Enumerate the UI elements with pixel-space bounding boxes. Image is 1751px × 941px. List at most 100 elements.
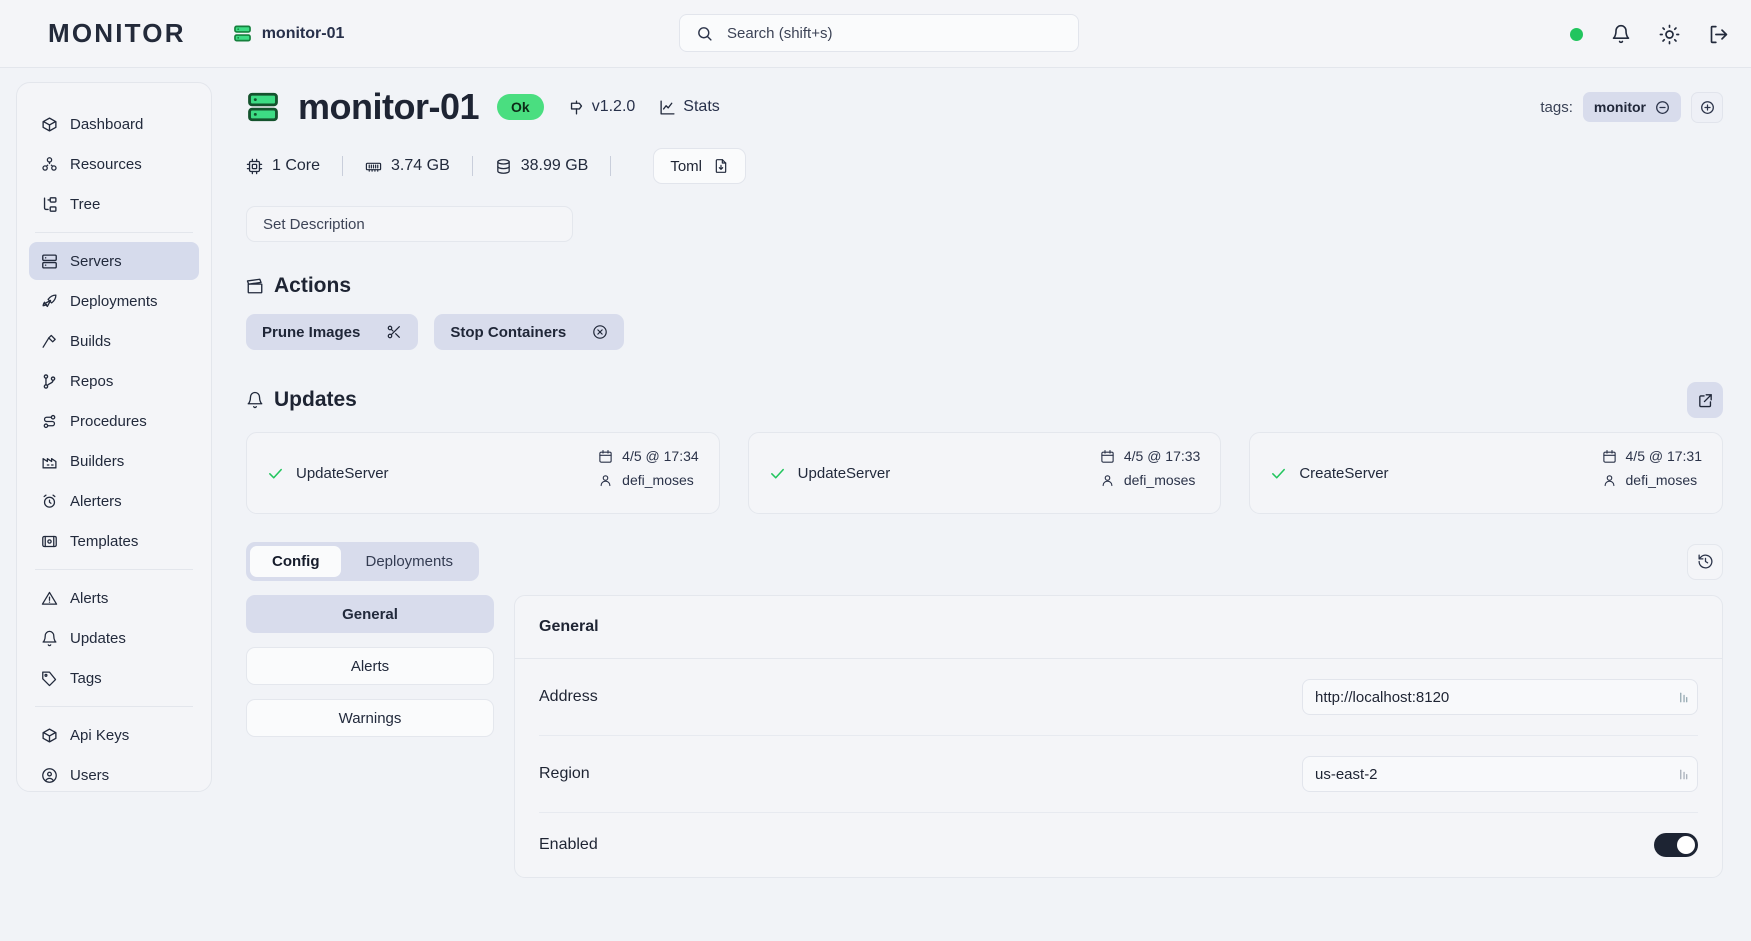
update-name-row: CreateServer: [1270, 448, 1389, 498]
sidebar-item-templates[interactable]: Templates: [29, 522, 199, 560]
box-icon: [41, 727, 58, 744]
check-icon: [267, 465, 284, 482]
calendar-icon: [598, 449, 613, 464]
update-user-text: defi_moses: [622, 472, 694, 488]
sidebar-item-repos[interactable]: Repos: [29, 362, 199, 400]
sidebar-item-users[interactable]: Users: [29, 756, 199, 794]
region-value: us-east-2: [1315, 765, 1378, 783]
description-input[interactable]: Set Description: [246, 206, 573, 242]
resize-grip-icon[interactable]: [1677, 768, 1690, 781]
history-button[interactable]: [1687, 543, 1723, 580]
tab-config[interactable]: Config: [250, 546, 342, 577]
sidebar-item-builders[interactable]: Builders: [29, 442, 199, 480]
sidebar-item-label: Builders: [70, 452, 125, 470]
status-badge: Ok: [497, 94, 544, 120]
sidebar-item-builds[interactable]: Builds: [29, 322, 199, 360]
sidebar-item-deployments[interactable]: Deployments: [29, 282, 199, 320]
metric-disk: 38.99 GB: [495, 157, 588, 175]
tags-container: tags: monitor: [1540, 91, 1723, 123]
tag-chip-monitor[interactable]: monitor: [1582, 92, 1681, 122]
field-label: Enabled: [539, 836, 598, 853]
sidebar-item-updates[interactable]: Updates: [29, 619, 199, 657]
plus-circle-icon: [1700, 100, 1715, 115]
version-text: v1.2.0: [591, 98, 636, 115]
sidebar-item-label: Templates: [70, 532, 139, 550]
update-meta: 4/5 @ 17:33 defi_moses: [1100, 448, 1200, 498]
main-content: monitor-01 Ok v1.2.0 Stats tags: monitor…: [212, 68, 1751, 941]
add-tag-button[interactable]: [1691, 91, 1723, 123]
metric-memory: 3.74 GB: [365, 157, 450, 175]
clapperboard-icon: [246, 277, 264, 295]
bell-icon: [246, 391, 264, 409]
sidebar-item-dashboard[interactable]: Dashboard: [29, 105, 199, 143]
bell-icon[interactable]: [1611, 24, 1631, 44]
panel-title: General: [539, 618, 599, 635]
sidebar-item-servers[interactable]: Servers: [29, 242, 199, 280]
field-region: Region us-east-2: [515, 736, 1722, 812]
user-icon: [1100, 473, 1115, 488]
alarm-clock-icon: [41, 493, 58, 510]
sidebar-item-api-keys[interactable]: Api Keys: [29, 716, 199, 754]
page-title: monitor-01: [298, 86, 480, 127]
config-section-warnings[interactable]: Warnings: [246, 699, 494, 737]
server-icon: [246, 90, 280, 124]
disk-icon: [495, 158, 512, 175]
tag-icon: [41, 670, 58, 687]
stop-containers-button[interactable]: Stop Containers: [434, 314, 625, 350]
bell-icon: [41, 630, 58, 647]
prune-images-button[interactable]: Prune Images: [246, 314, 419, 350]
sun-icon[interactable]: [1659, 24, 1680, 45]
button-label: Prune Images: [262, 323, 361, 341]
sidebar-item-label: Dashboard: [70, 115, 144, 133]
update-user: defi_moses: [1602, 472, 1697, 488]
sidebar-item-resources[interactable]: Resources: [29, 145, 199, 183]
warning-triangle-icon: [41, 590, 58, 607]
config-section-general[interactable]: General: [246, 595, 494, 633]
sidebar-item-tags[interactable]: Tags: [29, 659, 199, 697]
address-input[interactable]: http://localhost:8120: [1302, 679, 1698, 715]
search-icon: [696, 25, 713, 42]
sidebar-item-alerters[interactable]: Alerters: [29, 482, 199, 520]
sidebar-item-alerts[interactable]: Alerts: [29, 579, 199, 617]
box-icon: [41, 116, 58, 133]
config-body: General Alerts Warnings General Address …: [246, 595, 1723, 878]
update-name-row: UpdateServer: [769, 448, 890, 498]
tag-label: monitor: [1593, 99, 1646, 115]
search-placeholder: Search (shift+s): [727, 24, 833, 42]
sidebar-item-tree[interactable]: Tree: [29, 185, 199, 223]
logout-icon[interactable]: [1708, 24, 1729, 45]
breadcrumb[interactable]: monitor-01: [233, 24, 344, 43]
top-bar: MONITOR monitor-01 Search (shift+s): [0, 0, 1751, 68]
history-icon: [1697, 553, 1714, 570]
sidebar-divider: [35, 232, 193, 233]
chart-icon: [659, 99, 676, 116]
user-icon: [1602, 473, 1617, 488]
open-updates-button[interactable]: [1687, 382, 1723, 418]
toml-label: Toml: [670, 157, 703, 175]
update-card[interactable]: UpdateServer 4/5 @ 17:34 defi_moses: [246, 432, 720, 514]
stats-link[interactable]: Stats: [659, 98, 720, 116]
page-header: monitor-01 Ok v1.2.0 Stats tags: monitor: [246, 86, 1723, 128]
status-dot-online-icon: [1570, 27, 1583, 41]
region-input[interactable]: us-east-2: [1302, 756, 1698, 792]
enabled-toggle[interactable]: [1654, 833, 1698, 857]
resize-grip-icon[interactable]: [1677, 691, 1690, 704]
metric-cpu: 1 Core: [246, 157, 320, 175]
update-card[interactable]: UpdateServer 4/5 @ 17:33 defi_moses: [747, 432, 1222, 514]
update-date: 4/5 @ 17:34: [598, 448, 699, 464]
sidebar-item-procedures[interactable]: Procedures: [29, 402, 199, 440]
config-section-alerts[interactable]: Alerts: [246, 647, 494, 685]
config-panel: General Address http://localhost:8120 Re…: [514, 595, 1723, 878]
search-input[interactable]: Search (shift+s): [679, 14, 1079, 52]
sidebar-divider: [35, 706, 193, 707]
server-icon: [41, 253, 58, 270]
update-card[interactable]: CreateServer 4/5 @ 17:31 defi_moses: [1249, 432, 1724, 514]
factory-icon: [41, 453, 58, 470]
minus-circle-icon[interactable]: [1655, 100, 1670, 115]
tab-deployments[interactable]: Deployments: [343, 546, 475, 577]
toml-button[interactable]: Toml: [653, 148, 747, 184]
sidebar-item-label: Users: [70, 766, 110, 784]
tree-icon: [41, 196, 58, 213]
field-address: Address http://localhost:8120: [515, 659, 1722, 735]
config-section-nav: General Alerts Warnings: [246, 595, 494, 878]
